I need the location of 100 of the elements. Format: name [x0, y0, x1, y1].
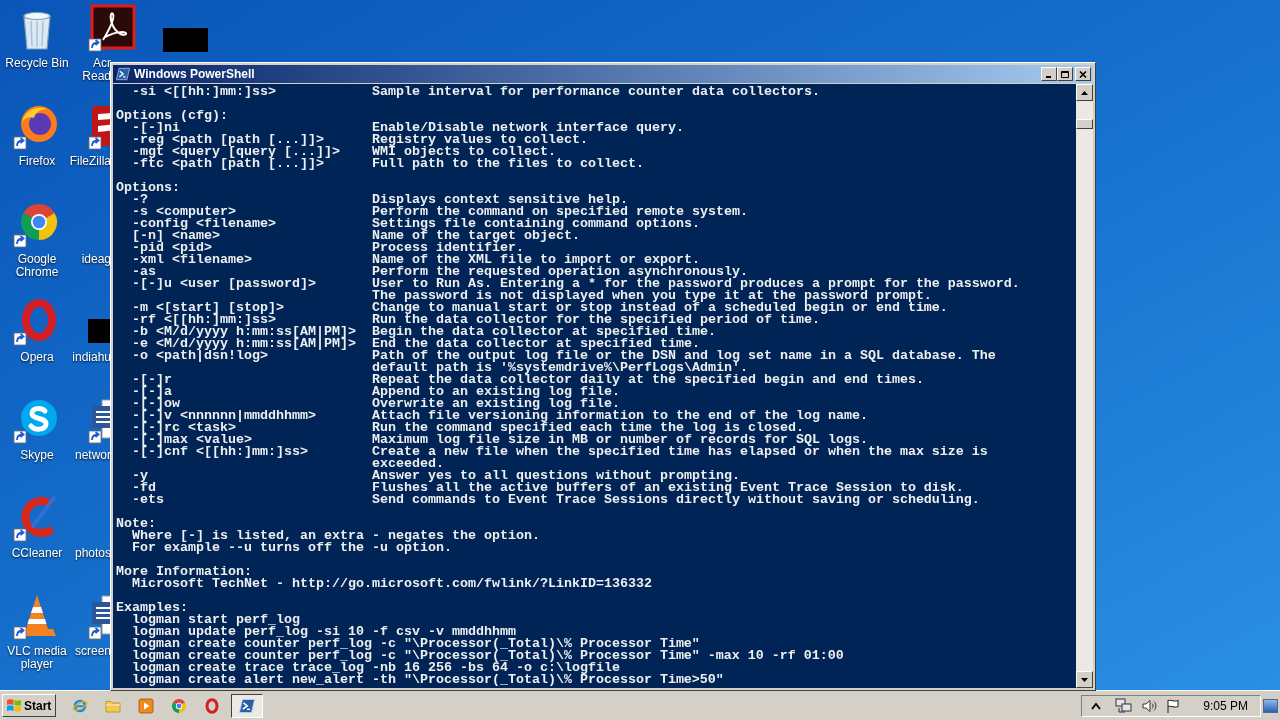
command-option: -[-]cnf <[[hh:]mm:]ss> [132, 446, 308, 458]
command-option: -reg <path [path [...]]> [132, 134, 324, 146]
console-text: Where [-] is listed, an extra - negates the option. [132, 530, 540, 542]
flag-icon[interactable] [1165, 697, 1182, 714]
maximize-button[interactable] [1057, 67, 1073, 81]
command-option: -rf <[[hh:]mm:]ss> [132, 314, 276, 326]
console-text: For example --u turns off the -u option. [132, 542, 452, 554]
command-option: -mgt <query [query [...]]> [132, 146, 340, 158]
command-option: -b <M/d/yyyy h:mm:ss[AM|PM]> [132, 326, 356, 338]
option-description: User to Run As. Entering a * for the password produces a prompt for the password. [372, 278, 1020, 290]
option-description: End the data collector at specified time. [372, 338, 700, 350]
option-description: Maximum log file size in MB or number of records for SQL logs. [372, 434, 868, 446]
minimize-button[interactable] [1041, 67, 1057, 81]
scroll-up-button[interactable] [1076, 84, 1093, 101]
ring-icon[interactable] [204, 697, 220, 714]
command-option: -[-]max <value> [132, 434, 252, 446]
option-description: Full path to the files to collect. [372, 158, 644, 170]
tricolor-circle-icon[interactable] [171, 697, 187, 714]
option-description: Send commands to Event Trace Sessions directly without saving or scheduling. [372, 494, 980, 506]
scrollbar-track[interactable] [1076, 84, 1093, 688]
command-option: -o <path|dsn!log> [132, 350, 268, 362]
option-description: The password is not displayed when you type it at the password prompt. [372, 290, 932, 302]
console-text: Microsoft TechNet - http://go.microsoft.com/fwlink/?LinkID=136332 [132, 578, 652, 590]
command-option: -[-]a [132, 386, 172, 398]
shortcut-label[interactable]: Google Chrome [0, 253, 74, 279]
shortcut-label[interactable]: networ [74, 449, 111, 462]
shortcut-label[interactable]: CCleaner [11, 547, 63, 560]
command-option: -y [132, 470, 148, 482]
console-text: logman start perf_log [132, 614, 300, 626]
command-option: -? [132, 194, 148, 206]
console-text: logman update perf_log -si 10 -f csv -v mmddhhmm [132, 626, 516, 638]
taskbar-window-button[interactable] [231, 693, 263, 718]
console-text: logman create alert new_alert -th "\Processor(_Total)\% Processor Time>50" [132, 674, 724, 686]
prompt-icon [239, 697, 255, 714]
option-description: Create a new file when the specified time has elapsed or when the max size is [372, 446, 988, 458]
option-description: Process identifier. [372, 242, 524, 254]
command-option: -as [132, 266, 156, 278]
option-description: Name of the XML file to import or export. [372, 254, 700, 266]
command-option: -config <filename> [132, 218, 276, 230]
flag-logo-icon [6, 698, 22, 713]
show-desktop-button[interactable] [1263, 698, 1278, 713]
command-option: -[-]ni [132, 122, 180, 134]
command-option: -[-]u <user [password]> [132, 278, 316, 290]
option-description: Sample interval for performance counter data collectors. [372, 86, 820, 98]
option-description: Run the data collector for the specified period of time. [372, 314, 820, 326]
start-button[interactable]: Start [2, 694, 56, 717]
command-option: -[-]ow [132, 398, 180, 410]
command-option: -[-]r [132, 374, 172, 386]
shortcut-label[interactable]: photos [74, 547, 111, 560]
shortcut-label[interactable]: ideag [81, 253, 111, 266]
clock-time[interactable]: 9:05 PM [1203, 698, 1248, 713]
up-arrow-icon [1081, 90, 1088, 95]
shortcut-label[interactable]: VLC media player [0, 645, 74, 671]
section-heading: Options (cfg): [116, 110, 228, 122]
command-option: -[-]v <nnnnnn|mmddhhmm> [132, 410, 316, 422]
option-description: Repeat the data collector daily at the specified begin and end times. [372, 374, 924, 386]
close-button[interactable] [1075, 67, 1091, 81]
option-description: Perform the requested operation asynchronously. [372, 266, 748, 278]
option-description: Flushes all the active buffers of an existing Event Trace Session to disk. [372, 482, 964, 494]
command-option: -m <[start] [stop]> [132, 302, 284, 314]
network-icon[interactable] [1115, 697, 1134, 714]
shortcut-label[interactable]: Opera [20, 351, 54, 364]
console-text: logman create counter perf_log -c "\Processor(_Total)\% Processor Time" -max 10 -rf 01:00 [132, 650, 844, 662]
scroll-down-button[interactable] [1076, 671, 1093, 688]
option-description: default path is '%systemdrive%\PerfLogs\Admin'. [372, 362, 748, 374]
speaker-icon[interactable] [1141, 697, 1158, 714]
option-description: Displays context sensitive help. [372, 194, 628, 206]
play-icon[interactable] [138, 697, 154, 714]
chevron-up-icon[interactable] [1091, 701, 1102, 710]
swirl-tile-icon[interactable] [88, 4, 136, 52]
command-option: -e <M/d/yyyy h:mm:ss[AM|PM]> [132, 338, 356, 350]
shortcut-label[interactable]: indiahu [72, 351, 111, 364]
option-description: Path of the output log file or the DSN and log set name in a SQL database. The [372, 350, 996, 362]
option-description: Registry values to collect. [372, 134, 588, 146]
blacked-out-block [88, 319, 110, 343]
close-icon [1079, 70, 1087, 78]
shortcut-label[interactable]: Acr Read [82, 57, 111, 83]
shortcut-label[interactable]: Firefox [18, 155, 56, 168]
option-description: Append to an existing log file. [372, 386, 620, 398]
command-option: -[-]rc <task> [132, 422, 236, 434]
option-description: Name of the target object. [372, 230, 580, 242]
section-heading: Examples: [116, 602, 188, 614]
down-arrow-icon [1081, 677, 1088, 682]
option-description: Settings file containing command options. [372, 218, 700, 230]
section-heading: More Information: [116, 566, 252, 578]
option-description: Answer yes to all questions without prompting. [372, 470, 740, 482]
shortcut-label[interactable]: FileZilla [69, 155, 111, 168]
section-heading: Options: [116, 182, 180, 194]
command-option: -ets [132, 494, 164, 506]
scrollbar-thumb[interactable] [1076, 119, 1093, 129]
maximize-icon [1061, 70, 1069, 78]
option-description: Change to manual start or stop instead of a scheduled begin or end time. [372, 302, 948, 314]
shortcut-label[interactable]: screen [74, 645, 111, 658]
shortcut-label[interactable]: Recycle Bin [5, 57, 69, 70]
option-description: Run the command specified each time the log is closed. [372, 422, 804, 434]
option-description: Begin the data collector at specified time. [372, 326, 716, 338]
option-description: Enable/Disable network interface query. [372, 122, 684, 134]
shortcut-label[interactable]: Skype [20, 449, 54, 462]
option-description: exceeded. [372, 458, 444, 470]
command-option: -xml <filename> [132, 254, 252, 266]
